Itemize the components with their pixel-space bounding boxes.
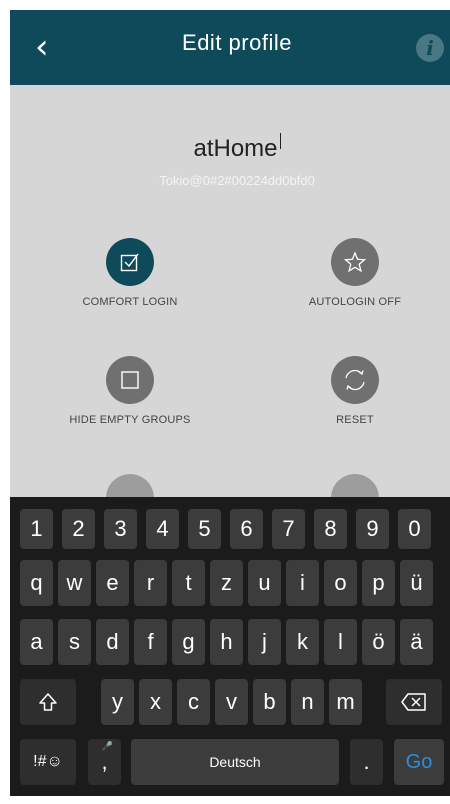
symbols-key[interactable]: !#☺ — [20, 739, 76, 785]
comma-key[interactable]: 🎤 , — [88, 739, 121, 785]
key-r[interactable]: r — [134, 560, 167, 606]
profile-name-text: atHome — [193, 135, 278, 162]
key-2[interactable]: 2 — [62, 509, 95, 549]
reset-button[interactable]: RESET — [265, 356, 445, 426]
key-t[interactable]: t — [172, 560, 205, 606]
star-icon — [331, 238, 379, 286]
profile-id: Tokio@0#2#00224dd0bfd0 — [159, 173, 315, 188]
key-1[interactable]: 1 — [20, 509, 53, 549]
key-j[interactable]: j — [248, 619, 281, 665]
key-3[interactable]: 3 — [104, 509, 137, 549]
key-e[interactable]: e — [96, 560, 129, 606]
profile-name-field[interactable]: atHome — [10, 133, 450, 163]
key-8[interactable]: 8 — [314, 509, 347, 549]
key-o-umlaut[interactable]: ö — [362, 619, 395, 665]
key-n[interactable]: n — [291, 679, 324, 725]
key-b[interactable]: b — [253, 679, 286, 725]
backspace-key[interactable] — [386, 679, 442, 725]
key-c[interactable]: c — [177, 679, 210, 725]
space-key[interactable]: Deutsch — [131, 739, 339, 785]
key-a[interactable]: a — [20, 619, 53, 665]
microphone-icon: 🎤 — [101, 741, 113, 751]
key-9[interactable]: 9 — [356, 509, 389, 549]
shift-key[interactable] — [20, 679, 76, 725]
key-v[interactable]: v — [215, 679, 248, 725]
key-6[interactable]: 6 — [230, 509, 263, 549]
key-m[interactable]: m — [329, 679, 362, 725]
comfort-login-button[interactable]: COMFORT LOGIN — [40, 238, 220, 308]
backspace-icon — [401, 693, 426, 711]
reset-label: RESET — [336, 414, 374, 426]
key-i[interactable]: i — [286, 560, 319, 606]
comfort-login-label: COMFORT LOGIN — [82, 296, 178, 308]
key-a-umlaut[interactable]: ä — [400, 619, 433, 665]
key-z[interactable]: z — [210, 560, 243, 606]
key-k[interactable]: k — [286, 619, 319, 665]
key-q[interactable]: q — [20, 560, 53, 606]
shift-icon — [39, 693, 57, 711]
comma-label: , — [101, 749, 108, 774]
key-5[interactable]: 5 — [188, 509, 221, 549]
key-f[interactable]: f — [134, 619, 167, 665]
key-w[interactable]: w — [58, 560, 91, 606]
refresh-icon — [331, 356, 379, 404]
hide-empty-groups-button[interactable]: HIDE EMPTY GROUPS — [40, 356, 220, 426]
autologin-off-button[interactable]: AUTOLOGIN OFF — [265, 238, 445, 308]
key-u[interactable]: u — [248, 560, 281, 606]
key-0[interactable]: 0 — [398, 509, 431, 549]
app-frame: ‹ Edit profile i atHome Tokio@0#2#00224d… — [10, 10, 450, 796]
checkbox-checked-icon — [106, 238, 154, 286]
key-u-umlaut[interactable]: ü — [400, 560, 433, 606]
key-o[interactable]: o — [324, 560, 357, 606]
key-y[interactable]: y — [101, 679, 134, 725]
key-s[interactable]: s — [58, 619, 91, 665]
key-7[interactable]: 7 — [272, 509, 305, 549]
text-cursor — [279, 133, 281, 149]
go-key[interactable]: Go — [394, 739, 444, 785]
onscreen-keyboard: 1 2 3 4 5 6 7 8 9 0 q w e r t z u i o p … — [10, 497, 450, 796]
hide-empty-groups-label: HIDE EMPTY GROUPS — [69, 414, 191, 426]
key-l[interactable]: l — [324, 619, 357, 665]
page-title: Edit profile — [182, 30, 292, 55]
info-button[interactable]: i — [416, 34, 444, 62]
key-4[interactable]: 4 — [146, 509, 179, 549]
key-p[interactable]: p — [362, 560, 395, 606]
key-d[interactable]: d — [96, 619, 129, 665]
autologin-off-label: AUTOLOGIN OFF — [308, 296, 402, 308]
key-g[interactable]: g — [172, 619, 205, 665]
header-bar: ‹ Edit profile i — [10, 10, 450, 85]
square-icon — [106, 356, 154, 404]
period-key[interactable]: . — [350, 739, 383, 785]
key-h[interactable]: h — [210, 619, 243, 665]
key-x[interactable]: x — [139, 679, 172, 725]
